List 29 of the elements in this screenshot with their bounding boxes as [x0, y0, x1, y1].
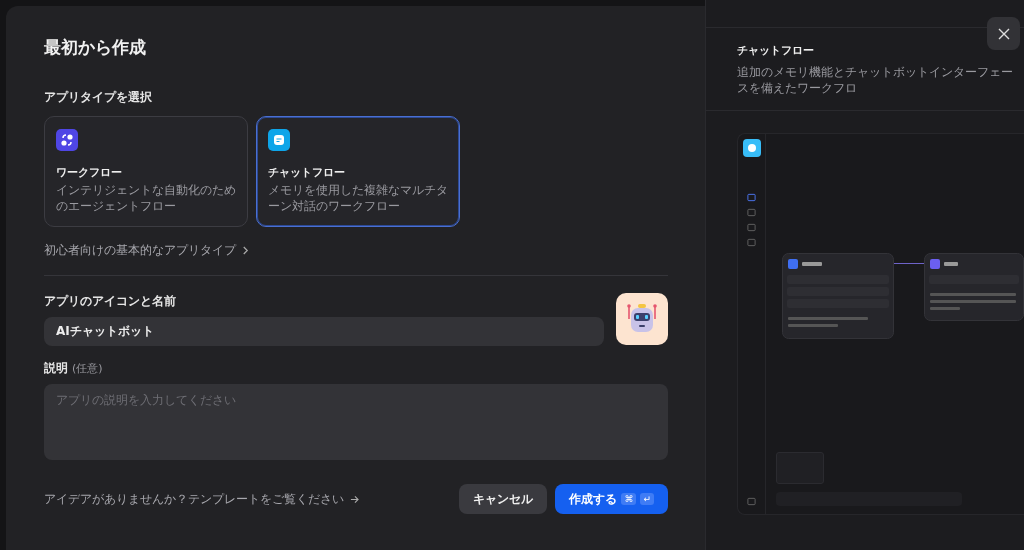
- app-type-card[interactable]: チャットフロー メモリを使用した複雑なマルチターン対話のワークフロー: [256, 116, 460, 227]
- app-type-description: メモリを使用した複雑なマルチターン対話のワークフロー: [268, 182, 448, 214]
- chat-icon: [268, 129, 290, 151]
- app-type-title: ワークフロー: [56, 165, 123, 180]
- preview-title: チャットフロー: [737, 43, 815, 58]
- close-button[interactable]: [987, 17, 1020, 50]
- dialog-title: 最初から作成: [44, 36, 147, 59]
- app-type-description: インテリジェントな自動化のためのエージェントフロー: [56, 182, 236, 214]
- template-link[interactable]: アイデアがありませんか？テンプレートをご覧ください: [44, 490, 452, 508]
- workflow-icon: [56, 129, 78, 151]
- shortcut-key: ↵: [640, 493, 654, 505]
- app-type-title: チャットフロー: [268, 165, 346, 180]
- chevron-right-icon: [242, 246, 249, 255]
- shortcut-key: ⌘: [621, 493, 637, 505]
- beginner-link[interactable]: 初心者向けの基本的なアプリタイプ: [44, 242, 249, 259]
- robot-avatar-icon[interactable]: [616, 293, 668, 345]
- section-label: アプリタイプを選択: [44, 89, 153, 106]
- app-logo-icon: [742, 139, 761, 157]
- panel-icon: [747, 497, 756, 506]
- cancel-button[interactable]: キャンセル: [459, 484, 548, 514]
- close-icon: [997, 27, 1010, 40]
- app-type-card[interactable]: ワークフロー インテリジェントな自動化のためのエージェントフロー: [44, 116, 248, 227]
- create-button[interactable]: 作成する ⌘ ↵: [555, 484, 668, 514]
- name-input[interactable]: AIチャットボット: [44, 317, 604, 346]
- description-label: 説明: [44, 360, 68, 377]
- arrow-right-icon: [350, 494, 359, 504]
- name-label: アプリのアイコンと名前: [44, 293, 177, 310]
- optional-hint: (任意): [72, 361, 103, 376]
- preview-description: 追加のメモリ機能とチャットボットインターフェースを備えたワークフロ: [737, 64, 1014, 96]
